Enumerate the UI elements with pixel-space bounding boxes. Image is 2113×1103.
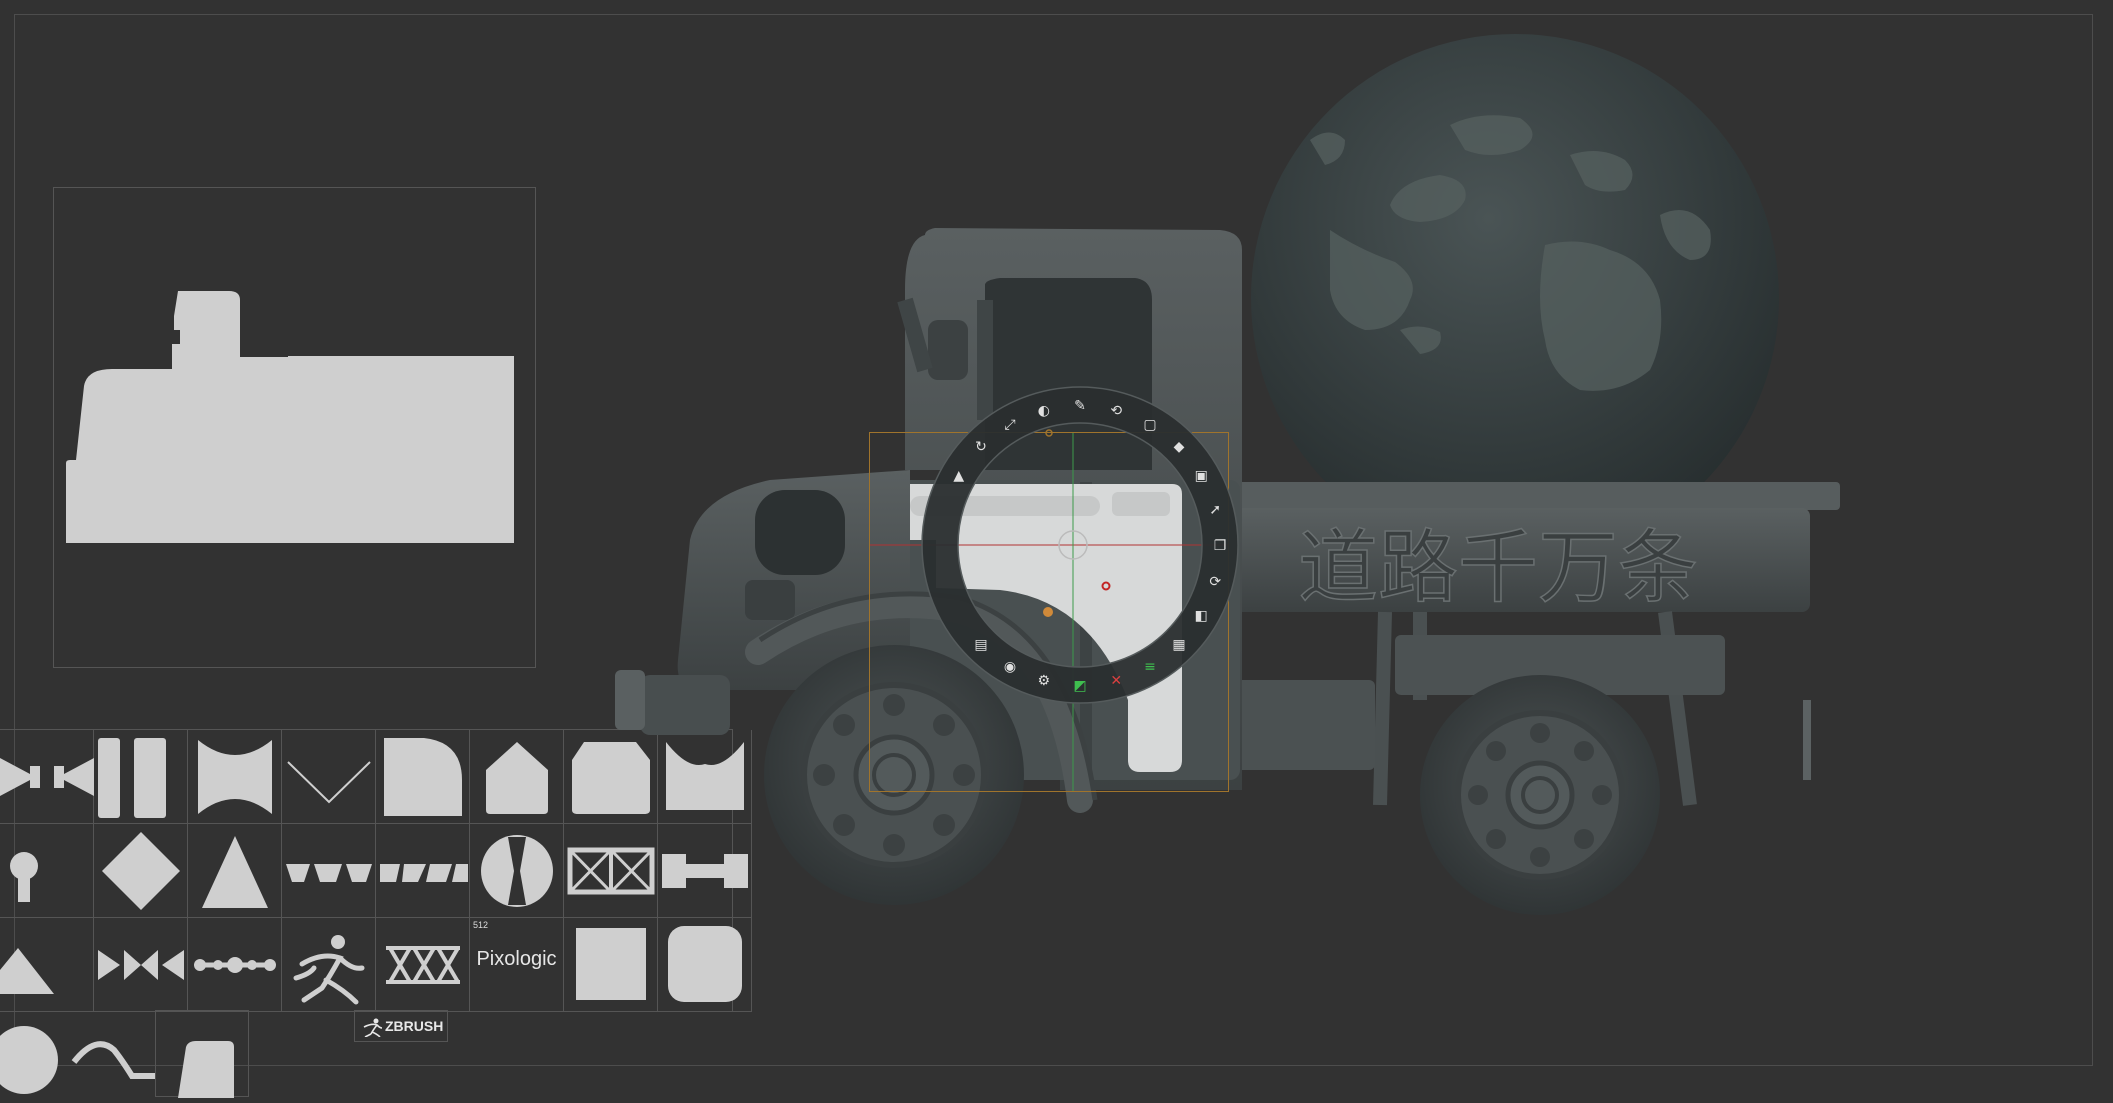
brush-icon[interactable]: ✎ (1074, 398, 1086, 414)
mask-icon[interactable]: ◩ (1073, 678, 1086, 694)
scale-tool-icon[interactable]: ⤢ (1004, 417, 1015, 433)
gizmo-tool-ring[interactable]: ▲ ↻ ⤢ ◐ ✎ ⟲ ▢ ◆ ▣ ➚ ❐ ⟳ ◧ ▦ ≡ ✕ ◩ ⚙ ◉ ▤ (915, 375, 1245, 715)
align-icon[interactable]: ≡ (1144, 659, 1156, 675)
camera-icon[interactable]: ◉ (1004, 659, 1016, 675)
arrow-icon[interactable]: ➚ (1209, 502, 1221, 518)
move-tool-icon[interactable]: ▲ (953, 468, 964, 484)
paint-bucket-icon[interactable]: ◆ (1174, 439, 1185, 455)
lock-icon[interactable]: ▣ (1195, 468, 1208, 484)
color-picker-icon[interactable]: ◐ (1038, 403, 1050, 419)
frame-icon[interactable]: ▢ (1143, 417, 1156, 433)
reset-icon[interactable]: ⟲ (1110, 403, 1122, 419)
grid-icon[interactable]: ▦ (1172, 637, 1185, 653)
rear-wheel (1420, 675, 1660, 915)
split-icon[interactable]: ◧ (1195, 608, 1208, 624)
copy-icon[interactable]: ❐ (1214, 538, 1227, 554)
gear-icon[interactable]: ⚙ (1038, 673, 1051, 689)
folder-icon[interactable]: ▤ (974, 637, 987, 653)
delete-icon[interactable]: ✕ (1110, 673, 1122, 689)
rotate-tool-icon[interactable]: ↻ (975, 439, 987, 455)
refresh-icon[interactable]: ⟳ (1209, 574, 1221, 590)
truck-bed-text: 道路千万条 (1298, 521, 1698, 614)
